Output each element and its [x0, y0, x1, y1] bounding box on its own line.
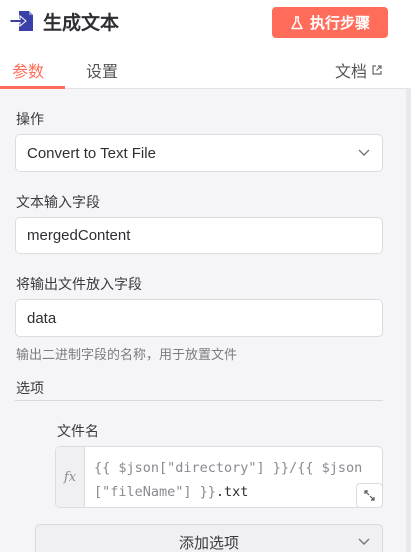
- add-option-label: 添加选项: [178, 534, 239, 552]
- expand-icon: [364, 490, 375, 501]
- chevron-down-icon: [358, 149, 370, 156]
- operation-value: Convert to Text File: [27, 144, 156, 162]
- filename-label: 文件名: [57, 423, 99, 439]
- tab-parameters[interactable]: 参数: [12, 58, 44, 82]
- flask-icon: [291, 15, 303, 29]
- execute-step-label: 执行步骤: [309, 15, 370, 32]
- external-link-icon: [372, 65, 382, 75]
- options-divider: [15, 400, 383, 401]
- filename-expression-text[interactable]: {{ $json["directory"] }}/{{ $json["fileN…: [94, 456, 378, 504]
- output-field-value: data: [27, 309, 57, 327]
- output-field-hint: 输出二进制字段的名称，用于放置文件: [16, 347, 238, 362]
- panel-scrollbar[interactable]: [406, 89, 411, 552]
- add-option-button[interactable]: 添加选项: [35, 524, 383, 552]
- node-header: 生成文本 执行步骤: [0, 0, 411, 44]
- file-arrow-icon: [10, 11, 33, 31]
- filename-expression-input[interactable]: fx {{ $json["directory"] }}/{{ $json["fi…: [55, 446, 383, 508]
- tab-bar: 参数 设置 文档: [0, 44, 411, 89]
- text-input-field[interactable]: mergedContent: [15, 217, 383, 254]
- execute-step-button[interactable]: 执行步骤: [272, 7, 388, 38]
- operation-select[interactable]: Convert to Text File: [15, 134, 383, 172]
- chevron-down-icon: [358, 538, 370, 545]
- operation-label: 操作: [16, 111, 44, 127]
- text-input-field-value: mergedContent: [27, 227, 131, 244]
- tab-settings[interactable]: 设置: [86, 58, 118, 82]
- filename-expression-suffix: .txt: [215, 484, 249, 500]
- text-input-field-label: 文本输入字段: [16, 194, 100, 210]
- node-title: 生成文本: [43, 13, 120, 34]
- options-title: 选项: [16, 380, 44, 396]
- output-field-label: 将输出文件放入字段: [16, 276, 142, 292]
- output-field[interactable]: data: [15, 299, 383, 337]
- docs-link[interactable]: 文档: [335, 58, 383, 82]
- fx-icon: fx: [56, 447, 85, 507]
- active-tab-indicator: [0, 86, 65, 89]
- docs-label: 文档: [335, 64, 368, 81]
- expand-editor-button[interactable]: [356, 483, 383, 508]
